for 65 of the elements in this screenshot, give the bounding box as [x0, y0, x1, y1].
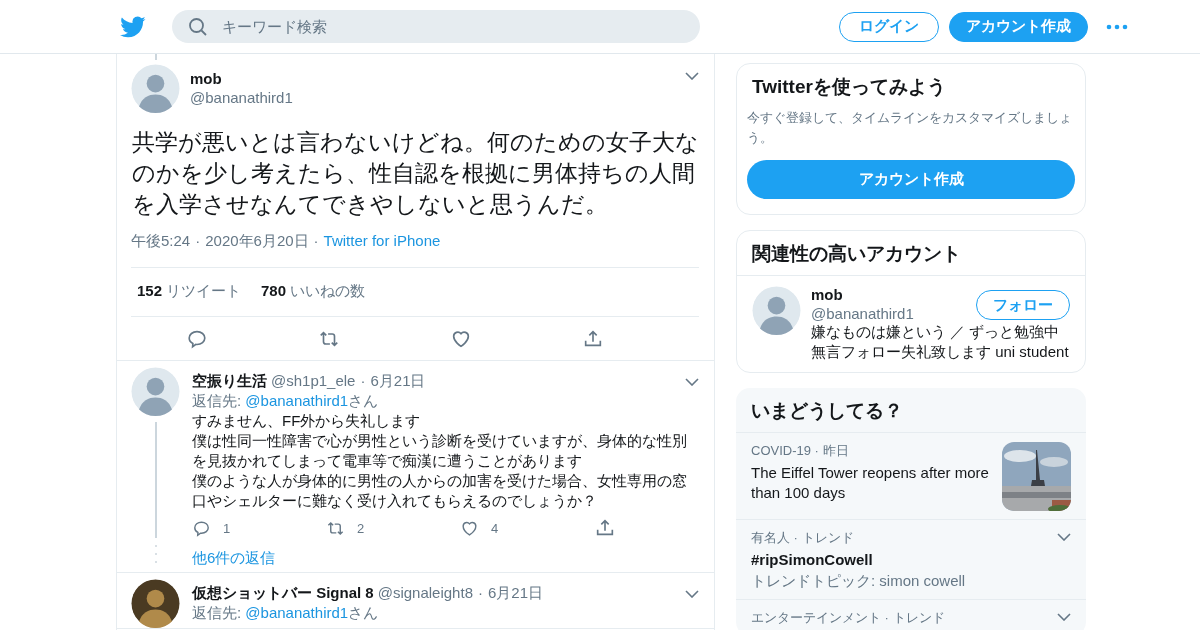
retweet-icon[interactable] [318, 328, 340, 350]
avatar[interactable] [131, 579, 180, 628]
user-name[interactable]: 仮想ショットバー Signal 8 [192, 584, 374, 603]
chevron-icon[interactable] [685, 72, 699, 80]
login-button[interactable]: ログイン [839, 11, 939, 42]
tweet-date[interactable]: 6月21日 [488, 584, 543, 603]
tweet-date[interactable]: 2020年6月20日 [205, 232, 309, 249]
reply-icon[interactable] [186, 328, 208, 350]
bird-icon[interactable] [120, 15, 146, 38]
source-link[interactable]: Twitter for iPhone [323, 232, 441, 249]
stat-link[interactable]: 152 リツイート [137, 282, 242, 301]
news-item[interactable]: COVID-19 · 昨日 The Eiffel Tower reopens after more than 100 days [736, 433, 1086, 520]
action-count: 4 [491, 520, 499, 536]
user-name[interactable]: mob [190, 70, 685, 87]
card-title: いまどうしてる？ [736, 388, 1086, 433]
user-handle[interactable]: @bananathird1 [190, 89, 685, 106]
user-handle[interactable]: @signaleight8 [377, 584, 473, 601]
search-field[interactable]: キーワード検索 [172, 10, 700, 43]
more-replies-link[interactable]: 他6件の返信 [192, 549, 699, 568]
action-count: 2 [357, 520, 365, 536]
trend-title: #ripSimonCowell [751, 550, 874, 570]
reply-text: 僕は性同一性障害で心が男性という診断を受けていますが、身体的な性別を見抜かれてしまって電車等で痴漢に遭うことがあります [192, 431, 688, 471]
separator-dot: · [195, 232, 201, 249]
chevron-icon[interactable] [685, 378, 699, 386]
trend-meta: エンターテインメント · トレンド [751, 609, 946, 627]
trend-subtitle: トレンドトピック: simon cowell [751, 572, 967, 591]
separator-dot: · [478, 584, 483, 601]
tweet-time[interactable]: 午後5:24 [131, 232, 191, 249]
reply-text: 僕のような人が身体的に男性の人からの加害を受けた場合、女性専用の窓口やシェルターに難なく受け入れてもらえるのでしょうか？ [192, 471, 688, 511]
tweet-text: 共学が悪いとは言わないけどね。何のための女子大なのかを少し考えたら、性自認を根拠に男体持ちの人間を入学させなんてできやしないと思うんだ。 [132, 129, 699, 219]
bio-text: 無言フォロー失礼致します uni student [811, 342, 1070, 362]
action-count: 1 [223, 520, 231, 536]
reply-icon[interactable] [192, 518, 211, 538]
user-handle[interactable]: @sh1p1_ele [271, 372, 356, 389]
signup-button[interactable]: アカウント作成 [747, 160, 1075, 199]
chevron-icon[interactable] [685, 590, 699, 598]
follow-button[interactable]: フォロー [976, 290, 1070, 320]
separator-dot: · [313, 232, 319, 249]
search-icon [188, 17, 207, 36]
reply-to-text: 返信先: @bananathird1さん [192, 604, 380, 623]
trend-item[interactable]: エンターテインメント · トレンド [736, 600, 1086, 630]
thread-dots-icon [154, 544, 157, 564]
trend-meta: 有名人 · トレンド [751, 529, 855, 547]
chevron-icon[interactable] [1057, 613, 1071, 621]
trend-item[interactable]: 有名人 · トレンド #ripSimonCowell トレンドトピック: simon cowell [736, 520, 1086, 600]
stat-link[interactable]: 780 いいねの数 [261, 282, 366, 301]
reply-text: すみません、FF外から失礼します [192, 411, 422, 431]
trend-title: The Eiffel Tower reopens after more than 100 days [751, 463, 990, 503]
bio-text: 嫌なものは嫌という ／ ずっと勉強中 [811, 322, 1061, 342]
mention-link[interactable]: @bananathird1 [245, 392, 349, 409]
reply-to-text: 返信先: @bananathird1さん [192, 392, 380, 411]
chevron-icon[interactable] [1057, 533, 1071, 541]
card-title: Twitterを使ってみよう [751, 75, 947, 99]
card-text: 今すぐ登録して、タイムラインをカスタマイズしましょう。 [746, 109, 1073, 147]
card-title: 関連性の高いアカウント [737, 231, 1085, 276]
separator-dot: · [360, 372, 366, 389]
trend-meta: COVID-19 · 昨日 [751, 442, 850, 460]
user-handle[interactable]: @bananathird1 [811, 305, 976, 322]
more-icon[interactable] [1106, 23, 1128, 30]
user-name[interactable]: mob [811, 286, 976, 303]
signup-button[interactable]: アカウント作成 [949, 11, 1088, 42]
user-name[interactable]: 空振り生活 [192, 372, 267, 391]
mention-link[interactable]: @bananathird1 [245, 604, 349, 621]
heart-icon[interactable] [450, 328, 472, 350]
tweet-date[interactable]: 6月21日 [370, 372, 426, 391]
